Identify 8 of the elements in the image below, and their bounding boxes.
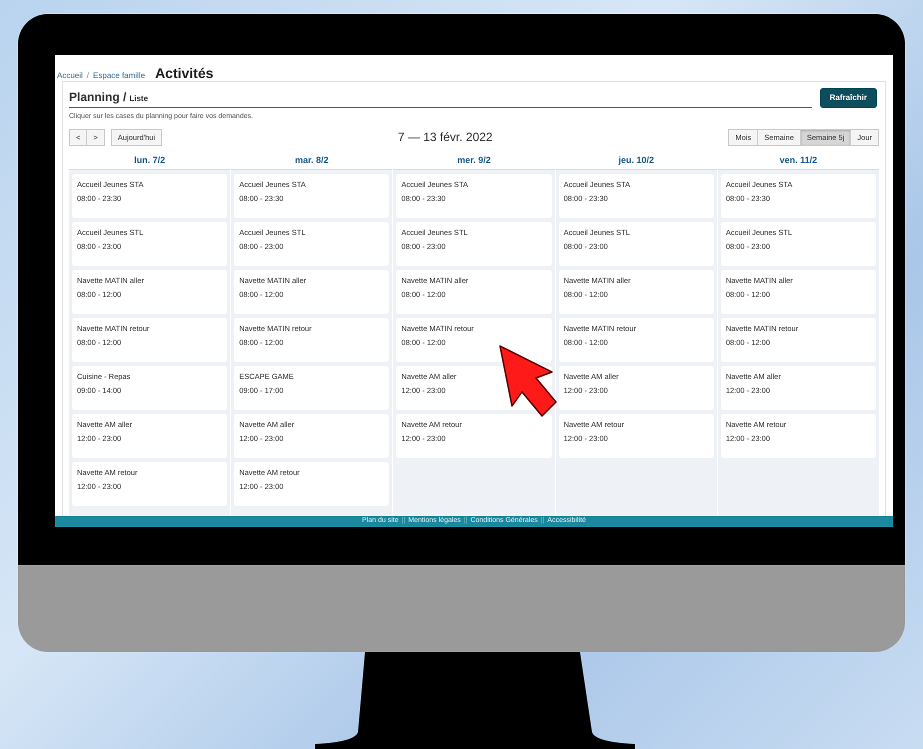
breadcrumb-separator: / xyxy=(86,70,90,82)
breadcrumb-link[interactable]: Accueil xyxy=(57,70,83,82)
breadcrumb-link[interactable]: Espace famille xyxy=(93,70,146,82)
date-range-title: 7 — 13 févr. 2022 xyxy=(396,129,494,146)
panel-subtitle: Liste xyxy=(129,93,148,105)
page-title: Activités xyxy=(155,64,214,83)
panel-title: Planning / xyxy=(69,89,126,106)
refresh-button[interactable]: Rafraîchir xyxy=(820,88,877,108)
